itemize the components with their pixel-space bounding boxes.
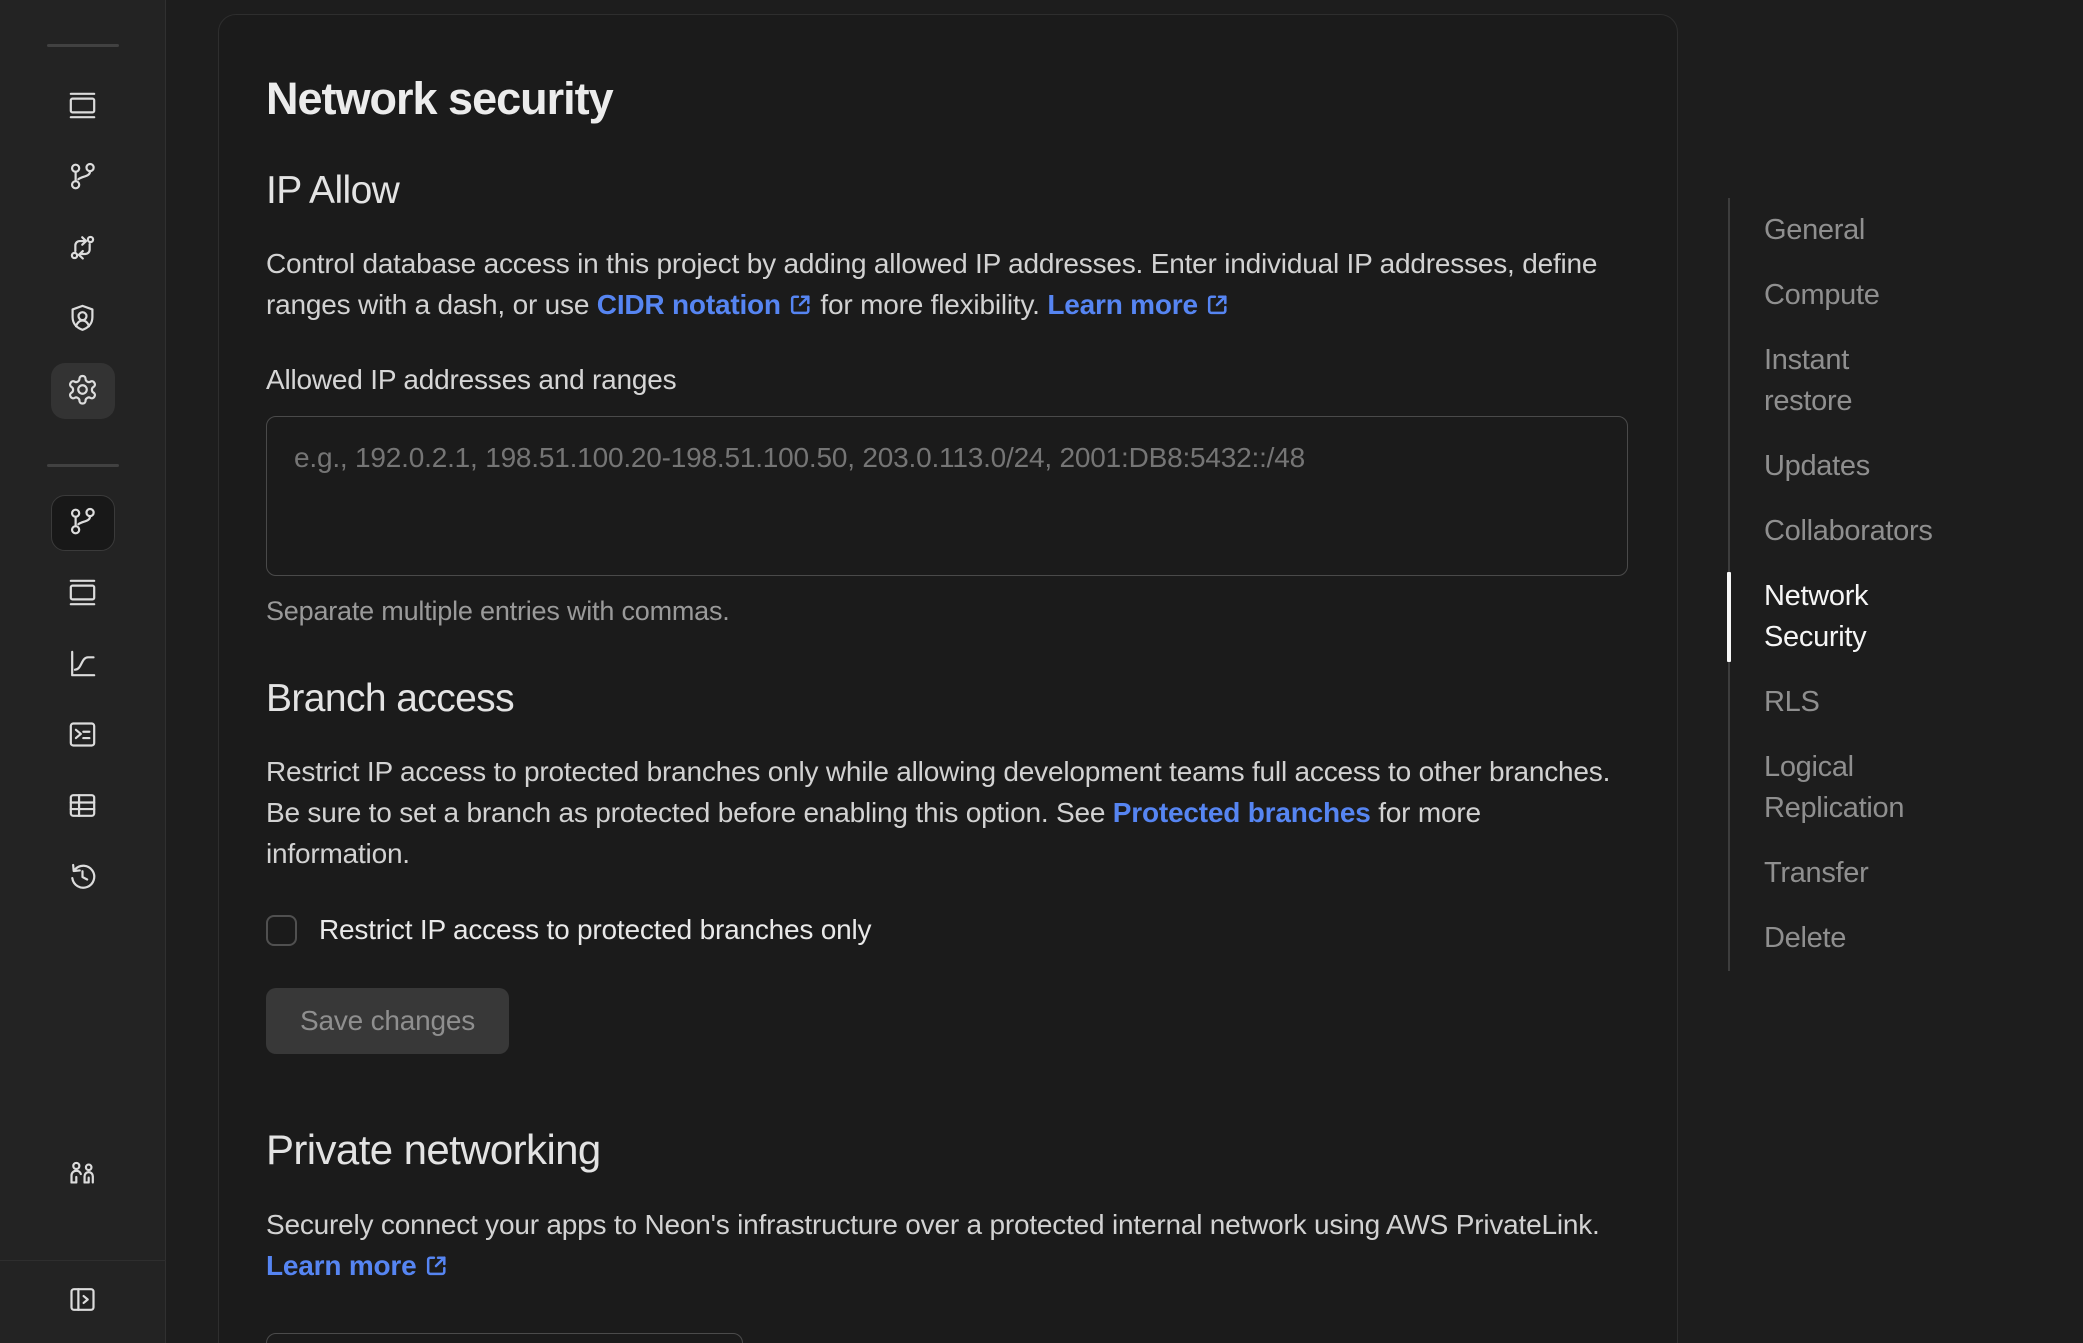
sidebar-item-branches[interactable] — [51, 150, 115, 206]
people-icon — [66, 1157, 99, 1193]
tool-item-sql-editor[interactable] — [51, 708, 115, 764]
cidr-notation-link[interactable]: CIDR notation — [597, 289, 813, 320]
ip-field-label: Allowed IP addresses and ranges — [266, 364, 1629, 396]
configure-org-settings-button[interactable]: Configure in organization settings — [266, 1333, 743, 1343]
network-security-card: Network security IP Allow Control databa… — [218, 14, 1678, 1343]
settings-nav-list: General Compute Instant restore Updates … — [1728, 198, 2068, 971]
integrations-icon — [66, 231, 99, 267]
settings-nav-delete[interactable]: Delete — [1730, 906, 2068, 971]
settings-nav-transfer[interactable]: Transfer — [1730, 841, 2068, 906]
private-networking-desc-text: Securely connect your apps to Neon's inf… — [266, 1209, 1600, 1240]
sidebar-divider — [47, 44, 119, 47]
protected-branches-link[interactable]: Protected branches — [1113, 797, 1371, 828]
sidebar-footer-divider — [0, 1260, 166, 1261]
app-root: Network security IP Allow Control databa… — [0, 0, 2083, 1343]
tool-item-branches[interactable] — [51, 495, 115, 551]
restore-history-icon — [66, 860, 99, 896]
collapse-sidebar-button[interactable] — [51, 1273, 115, 1329]
settings-nav-collaborators[interactable]: Collaborators — [1730, 499, 2068, 564]
git-branch-icon — [66, 505, 99, 541]
learn-more-label: Learn more — [1047, 289, 1198, 320]
page-title: Network security — [266, 73, 1629, 125]
external-link-icon — [788, 287, 813, 328]
settings-nav-updates[interactable]: Updates — [1730, 434, 2068, 499]
tool-item-tables[interactable] — [51, 779, 115, 835]
cidr-link-label: CIDR notation — [597, 289, 781, 320]
tool-item-dashboard[interactable] — [51, 566, 115, 622]
settings-nav-logical-replication[interactable]: Logical Replication — [1730, 735, 2068, 841]
collapse-sidebar-icon — [66, 1283, 99, 1319]
ip-allow-learn-more-link[interactable]: Learn more — [1047, 289, 1230, 320]
settings-gear-icon — [66, 373, 99, 409]
monitoring-chart-icon — [66, 647, 99, 683]
settings-nav-general[interactable]: General — [1730, 198, 2068, 263]
restrict-ip-checkbox-row: Restrict IP access to protected branches… — [266, 914, 1629, 946]
settings-nav-compute[interactable]: Compute — [1730, 263, 2068, 328]
dashboard-icon — [66, 576, 99, 612]
private-networking-description: Securely connect your apps to Neon's inf… — [266, 1204, 1629, 1289]
ip-allow-desc-text2: for more flexibility. — [813, 289, 1048, 320]
sidebar-item-invite-people[interactable] — [51, 1147, 115, 1203]
auth-shield-icon — [66, 302, 99, 338]
dashboard-icon — [66, 89, 99, 125]
settings-nav-rls[interactable]: RLS — [1730, 670, 2068, 735]
branch-access-description: Restrict IP access to protected branches… — [266, 751, 1629, 874]
ip-helper-text: Separate multiple entries with commas. — [266, 596, 1629, 627]
restrict-ip-checkbox[interactable] — [266, 915, 297, 946]
settings-nav-network-security[interactable]: Network Security — [1730, 564, 2068, 670]
sidebar-item-dashboard[interactable] — [51, 79, 115, 135]
tool-item-monitoring[interactable] — [51, 637, 115, 693]
ip-allow-description: Control database access in this project … — [266, 243, 1629, 328]
settings-nav-instant-restore[interactable]: Instant restore — [1730, 328, 2068, 434]
private-networking-heading: Private networking — [266, 1126, 1629, 1174]
external-link-icon — [1205, 287, 1230, 328]
settings-section-nav: General Compute Instant restore Updates … — [1728, 198, 2068, 971]
protected-branches-label: Protected branches — [1113, 797, 1371, 828]
git-branch-icon — [66, 160, 99, 196]
sidebar-item-auth[interactable] — [51, 292, 115, 348]
sidebar-divider — [47, 464, 119, 467]
sidebar-item-settings[interactable] — [51, 363, 115, 419]
restrict-ip-checkbox-label[interactable]: Restrict IP access to protected branches… — [319, 914, 871, 946]
allowed-ip-input[interactable] — [266, 416, 1628, 576]
external-link-icon — [424, 1248, 449, 1289]
branch-access-heading: Branch access — [266, 677, 1629, 721]
tool-item-restore[interactable] — [51, 850, 115, 906]
left-sidebar — [0, 0, 166, 1343]
sidebar-item-integrations[interactable] — [51, 221, 115, 277]
sql-editor-terminal-icon — [66, 718, 99, 754]
main-content: Network security IP Allow Control databa… — [166, 0, 2083, 1343]
tables-grid-icon — [66, 789, 99, 825]
ip-allow-heading: IP Allow — [266, 169, 1629, 213]
learn-more-label: Learn more — [266, 1250, 417, 1281]
save-changes-button[interactable]: Save changes — [266, 988, 509, 1054]
private-networking-learn-more-link[interactable]: Learn more — [266, 1250, 449, 1281]
